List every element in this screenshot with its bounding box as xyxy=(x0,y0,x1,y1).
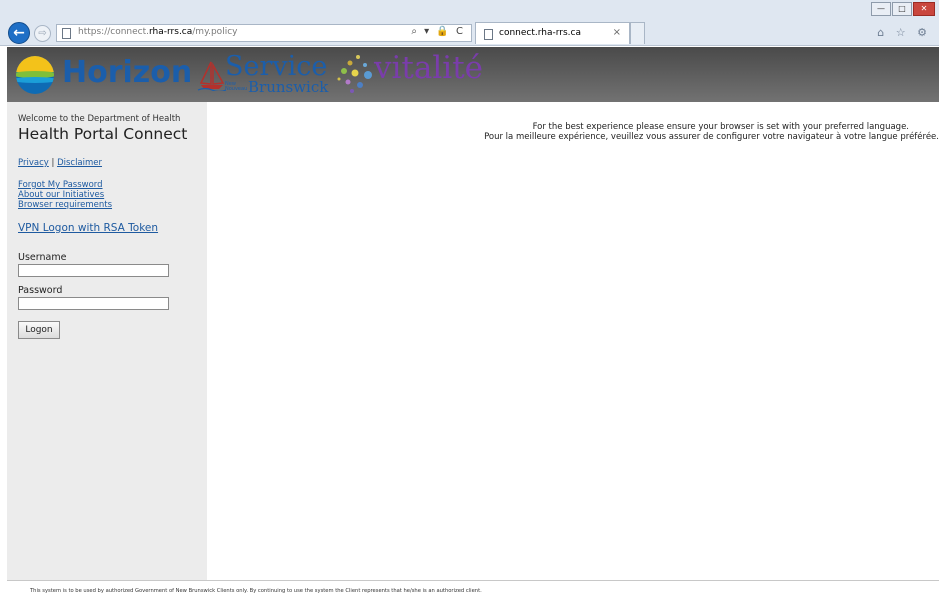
welcome-text: Welcome to the Department of Health xyxy=(18,114,181,124)
language-message-en: For the best experience please ensure yo… xyxy=(532,122,909,132)
back-button[interactable]: ← xyxy=(8,22,30,44)
new-tab-button[interactable] xyxy=(630,22,645,44)
tab-close-icon[interactable]: × xyxy=(613,27,621,38)
maximize-button[interactable]: □ xyxy=(892,2,912,16)
horizon-logo-icon xyxy=(16,56,54,94)
window-controls: — □ ✕ xyxy=(871,2,935,16)
browser-tab[interactable]: connect.rha-rrs.ca × xyxy=(475,22,630,44)
language-message-fr: Pour la meilleure expérience, veuillez v… xyxy=(484,132,939,142)
browser-requirements-link[interactable]: Browser requirements xyxy=(18,200,112,210)
minimize-button[interactable]: — xyxy=(871,2,891,16)
home-favorites-settings-icons[interactable]: ⌂ ☆ ⚙ xyxy=(877,26,931,39)
vitalite-logo-text: vitalité xyxy=(374,50,483,86)
about-initiatives-link[interactable]: About our Initiatives xyxy=(18,190,112,200)
page-icon xyxy=(62,28,71,39)
header-banner: Horizon Service New Nouveau Brunswick vi… xyxy=(7,47,939,102)
ship-logo-icon xyxy=(197,61,227,91)
login-sidebar: Welcome to the Department of Health Heal… xyxy=(7,102,207,580)
help-links: Forgot My Password About our Initiatives… xyxy=(18,180,112,210)
disclaimer-link[interactable]: Disclaimer xyxy=(57,158,102,168)
privacy-link[interactable]: Privacy xyxy=(18,158,49,168)
browser-chrome: ← ⇨ https://connect.rha-rrs.ca/my.policy… xyxy=(0,0,939,46)
url-prefix: https://connect. xyxy=(78,27,149,37)
url-domain: rha-rrs.ca xyxy=(149,27,193,37)
password-input[interactable] xyxy=(18,297,169,310)
tab-page-icon xyxy=(484,29,493,40)
link-separator: | xyxy=(48,158,58,168)
address-tools-icons[interactable]: ⌕ ▾ 🔒 C xyxy=(411,26,465,37)
portal-title: Health Portal Connect xyxy=(18,125,188,143)
footer-divider xyxy=(7,580,939,581)
legal-links: Privacy | Disclaimer xyxy=(18,158,102,168)
forgot-password-link[interactable]: Forgot My Password xyxy=(18,180,112,190)
password-label: Password xyxy=(18,285,63,296)
horizon-logo-text: Horizon xyxy=(62,55,193,90)
brunswick-logo-text: Brunswick xyxy=(248,78,329,96)
url-path: /my.policy xyxy=(192,27,238,37)
username-label: Username xyxy=(18,252,67,263)
logon-button[interactable]: Logon xyxy=(18,321,60,339)
tab-title: connect.rha-rrs.ca xyxy=(499,28,582,38)
close-window-button[interactable]: ✕ xyxy=(913,2,935,16)
footer-disclaimer: This system is to be used by authorized … xyxy=(30,588,482,594)
nouveau-logo-text: New Nouveau xyxy=(225,81,248,92)
vpn-logon-link[interactable]: VPN Logon with RSA Token xyxy=(18,222,158,234)
address-url: https://connect.rha-rrs.ca/my.policy xyxy=(78,27,237,37)
address-bar[interactable]: https://connect.rha-rrs.ca/my.policy ⌕ ▾… xyxy=(56,24,472,42)
forward-button[interactable]: ⇨ xyxy=(34,25,51,42)
username-input[interactable] xyxy=(18,264,169,277)
